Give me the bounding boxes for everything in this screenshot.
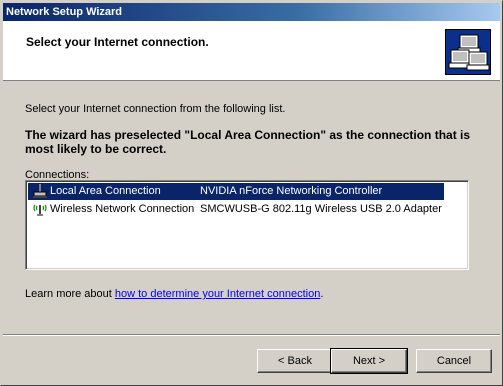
network-computers-icon bbox=[445, 29, 491, 75]
learn-more-prefix: Learn more about bbox=[25, 288, 115, 300]
connection-device: SMCWUSB-G 802.11g Wireless USB 2.0 Adapt… bbox=[200, 203, 442, 215]
wired-network-icon bbox=[32, 184, 48, 199]
connection-row-local-area[interactable]: Local Area Connection NVIDIA nForce Netw… bbox=[28, 183, 444, 200]
back-button[interactable]: < Back bbox=[257, 349, 333, 373]
window-title: Network Setup Wizard bbox=[6, 6, 123, 18]
connection-name: Local Area Connection bbox=[50, 185, 161, 197]
connections-list[interactable]: Local Area Connection NVIDIA nForce Netw… bbox=[25, 180, 469, 270]
connection-device: NVIDIA nForce Networking Controller bbox=[200, 185, 383, 197]
intro-text: Select your Internet connection from the… bbox=[25, 103, 286, 115]
learn-more-link[interactable]: how to determine your Internet connectio… bbox=[115, 288, 320, 300]
learn-more-suffix: . bbox=[320, 288, 324, 300]
page-title: Select your Internet connection. bbox=[26, 35, 209, 49]
next-button[interactable]: Next > bbox=[330, 348, 408, 374]
cancel-button[interactable]: Cancel bbox=[416, 349, 492, 373]
wizard-window: Network Setup Wizard Select your Interne… bbox=[0, 0, 503, 386]
button-divider bbox=[3, 334, 500, 336]
preselection-note: The wizard has preselected "Local Area C… bbox=[25, 128, 471, 156]
connection-row-wireless[interactable]: Wireless Network Connection SMCWUSB-G 80… bbox=[28, 201, 444, 218]
connection-name: Wireless Network Connection bbox=[50, 203, 195, 215]
learn-more-text: Learn more about how to determine your I… bbox=[25, 288, 323, 300]
wizard-header: Select your Internet connection. bbox=[3, 21, 500, 81]
title-bar[interactable]: Network Setup Wizard bbox=[3, 3, 500, 21]
wireless-network-icon bbox=[32, 202, 48, 217]
